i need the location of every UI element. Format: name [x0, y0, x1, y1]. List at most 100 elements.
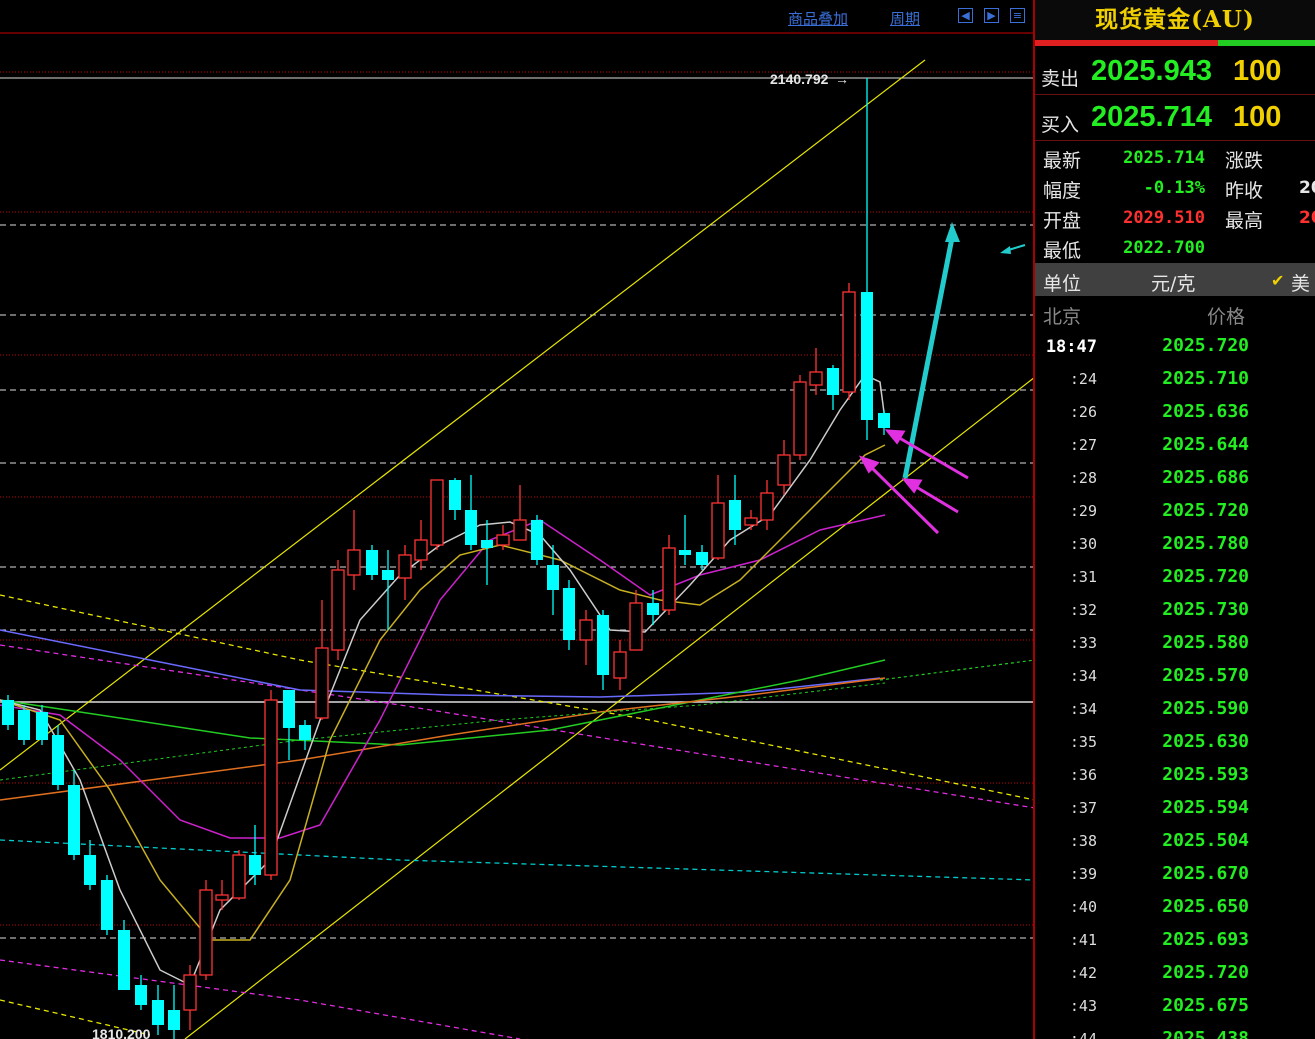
candle[interactable]	[382, 550, 394, 630]
candle[interactable]	[629, 590, 643, 651]
candle[interactable]	[283, 690, 295, 760]
tick-time: :24	[1069, 370, 1097, 388]
candle[interactable]	[183, 965, 197, 1030]
candle[interactable]	[861, 78, 873, 440]
candle-body	[2, 700, 14, 725]
nav-list-button[interactable]: ≡	[1010, 8, 1025, 23]
candle[interactable]	[827, 365, 839, 410]
tick-time: :30	[1069, 535, 1097, 553]
tick-row: :32 2025.730	[1035, 594, 1315, 627]
candle-body	[613, 651, 627, 679]
period-link[interactable]: 周期	[890, 8, 920, 29]
candle[interactable]	[299, 720, 311, 750]
candle[interactable]	[2, 695, 14, 730]
candle[interactable]	[711, 475, 725, 560]
candle-body	[264, 699, 278, 876]
candle[interactable]	[366, 545, 378, 580]
tick-time: :27	[1069, 436, 1097, 454]
candle-body	[744, 517, 758, 526]
candle-body	[249, 855, 261, 875]
tick-row: :35 2025.630	[1035, 726, 1315, 759]
magenta-dashed-trendline	[0, 644, 1033, 809]
candle[interactable]	[118, 920, 130, 990]
check-icon[interactable]: ✔	[1271, 271, 1284, 290]
candle[interactable]	[152, 985, 164, 1035]
candle[interactable]	[398, 545, 412, 600]
open-value: 2029.510	[1123, 208, 1205, 228]
candle[interactable]	[513, 485, 527, 541]
tick-row: 18:47 2025.720	[1035, 330, 1315, 363]
magenta-arrow-2	[912, 483, 959, 514]
candle-body	[299, 725, 311, 740]
candle-body	[465, 510, 477, 545]
candle[interactable]	[809, 348, 823, 395]
nav-right-button[interactable]: ▶	[984, 8, 999, 23]
candle[interactable]	[597, 610, 609, 690]
candle[interactable]	[264, 690, 278, 880]
candle[interactable]	[465, 475, 477, 550]
tick-price: 2025.504	[1162, 830, 1249, 851]
unit-value[interactable]: 元/克	[1151, 269, 1195, 296]
candle-body	[101, 880, 113, 930]
candle[interactable]	[168, 985, 180, 1039]
tick-time: :34	[1069, 700, 1097, 718]
candle[interactable]	[481, 520, 493, 585]
open-label: 开盘	[1043, 210, 1082, 232]
candle[interactable]	[199, 880, 213, 980]
tick-row: :34 2025.570	[1035, 660, 1315, 693]
candle[interactable]	[777, 440, 791, 495]
candle[interactable]	[135, 975, 147, 1010]
overlay-commodity-link[interactable]: 商品叠加	[788, 8, 848, 29]
tick-time: :26	[1069, 403, 1097, 421]
candle[interactable]	[331, 560, 345, 660]
currency-label[interactable]: 美	[1291, 269, 1310, 296]
candle[interactable]	[430, 479, 444, 550]
unit-row[interactable]: 单位 元/克 ✔ 美	[1035, 263, 1315, 296]
candle[interactable]	[662, 535, 676, 615]
candle[interactable]	[449, 478, 461, 520]
ma-white	[0, 374, 886, 987]
candle[interactable]	[579, 610, 593, 665]
candle[interactable]	[793, 375, 807, 460]
buy-label: 买入	[1041, 114, 1080, 136]
unit-label: 单位	[1043, 273, 1082, 295]
candle[interactable]	[232, 850, 246, 900]
nav-left-button[interactable]: ◀	[958, 8, 973, 23]
sell-quote-row[interactable]: 卖出 2025.943 100	[1035, 52, 1315, 95]
kline-chart-area[interactable]: 2140.792 → 1810.200 商品叠加 周期 ◀ ▶ ≡	[0, 0, 1035, 1039]
tick-row: :37 2025.594	[1035, 792, 1315, 825]
candle[interactable]	[249, 825, 261, 885]
candle-body	[696, 552, 708, 565]
candlestick-series[interactable]	[2, 78, 890, 1039]
cyan-dashed-trendline	[0, 839, 1033, 881]
buy-quote-row[interactable]: 买入 2025.714 100	[1035, 98, 1315, 141]
candle[interactable]	[18, 705, 30, 745]
channel-upper-line[interactable]	[0, 59, 926, 771]
candle[interactable]	[215, 880, 229, 910]
candle[interactable]	[679, 515, 691, 565]
candle-body	[366, 550, 378, 575]
candle[interactable]	[744, 510, 758, 530]
candle[interactable]	[315, 600, 329, 720]
candle[interactable]	[101, 875, 113, 935]
candle-body	[315, 647, 329, 719]
sell-price: 2025.943	[1091, 55, 1212, 87]
kline-chart-svg[interactable]: 2140.792 → 1810.200	[0, 0, 1035, 1039]
cyan-left-arrow[interactable]	[1000, 244, 1026, 254]
candle[interactable]	[347, 510, 361, 590]
candle[interactable]	[84, 840, 96, 890]
candle[interactable]	[760, 480, 774, 530]
tick-price: 2025.593	[1162, 764, 1249, 785]
candle[interactable]	[842, 283, 856, 400]
candle-body	[531, 520, 543, 560]
tick-time: :33	[1069, 634, 1097, 652]
magenta-arrows[interactable]	[858, 429, 969, 535]
candle[interactable]	[531, 515, 543, 565]
arrow-shaft	[902, 237, 955, 479]
tick-time: :42	[1069, 964, 1097, 982]
cyan-up-arrow[interactable]	[902, 222, 960, 479]
candle[interactable]	[613, 640, 627, 690]
tick-price: 2025.720	[1162, 335, 1249, 356]
arrow-head	[945, 222, 960, 242]
candle[interactable]	[563, 580, 575, 650]
